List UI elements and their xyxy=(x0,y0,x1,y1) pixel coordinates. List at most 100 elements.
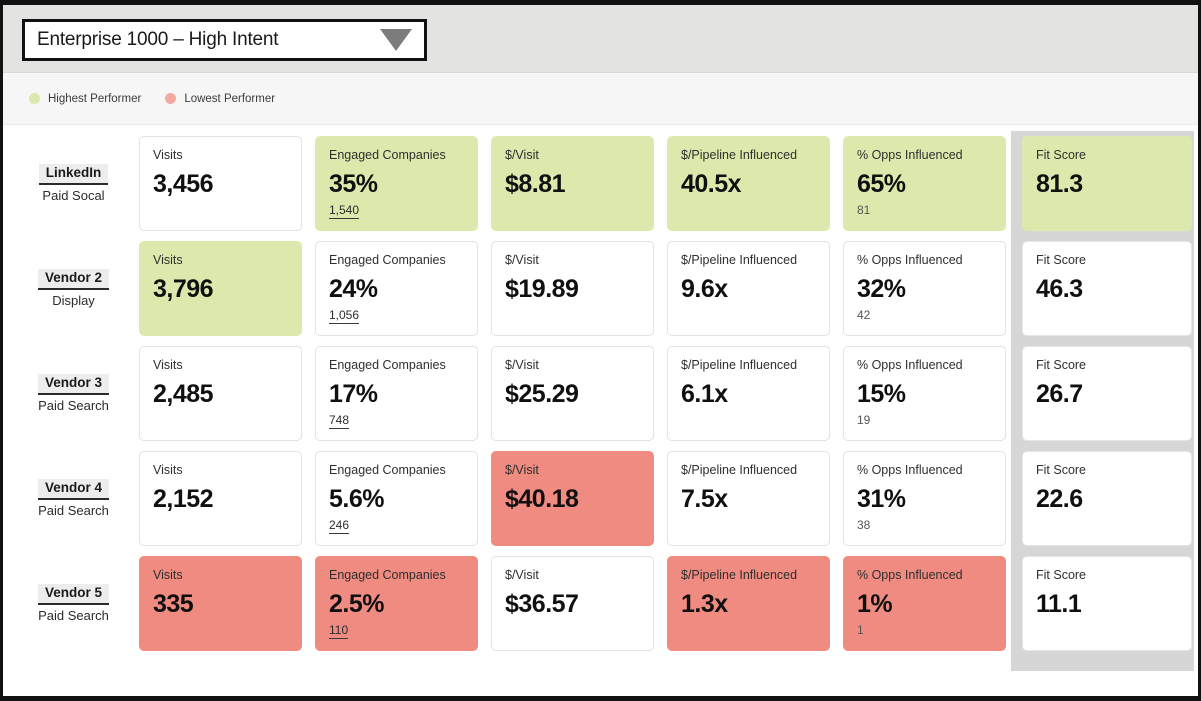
metric-value: 31% xyxy=(857,485,906,513)
metric-value: 3,456 xyxy=(153,170,214,198)
metric-card[interactable]: Visits 335 xyxy=(139,556,302,651)
metric-card[interactable]: $/Visit $8.81 xyxy=(491,136,654,231)
metric-label: Visits xyxy=(153,148,183,162)
metric-value: 2,485 xyxy=(153,380,214,408)
metric-label: Fit Score xyxy=(1036,568,1087,582)
vendor-name[interactable]: Vendor 5 xyxy=(37,583,110,605)
metric-subvalue[interactable]: 1,056 xyxy=(329,308,360,324)
vendor-cell: Vendor 3 Paid Search xyxy=(8,341,139,446)
metric-value: 32% xyxy=(857,275,906,303)
metric-value: $36.57 xyxy=(505,590,579,618)
metric-card[interactable]: $/Visit $36.57 xyxy=(491,556,654,651)
metric-value: $8.81 xyxy=(505,170,566,198)
vendor-cell: Vendor 2 Display xyxy=(8,236,139,341)
metric-card-fit-score[interactable]: Fit Score 11.1 xyxy=(1022,556,1192,651)
metric-card[interactable]: % Opps Influenced 15% 19 xyxy=(843,346,1006,441)
metric-card[interactable]: Visits 2,485 xyxy=(139,346,302,441)
metric-card[interactable]: $/Visit $19.89 xyxy=(491,241,654,336)
metric-card[interactable]: Engaged Companies 5.6% 246 xyxy=(315,451,478,546)
vendor-name[interactable]: LinkedIn xyxy=(38,163,109,185)
metric-value: 335 xyxy=(153,590,194,618)
metric-card-fit-score[interactable]: Fit Score 81.3 xyxy=(1022,136,1192,231)
metric-value: 11.1 xyxy=(1036,590,1082,618)
circle-icon xyxy=(165,93,177,104)
metric-card[interactable]: Engaged Companies 35% 1,540 xyxy=(315,136,478,231)
metric-label: $/Pipeline Influenced xyxy=(681,463,798,477)
metric-label: % Opps Influenced xyxy=(857,358,963,372)
legend-label-highest: Highest Performer xyxy=(48,92,142,105)
metric-card[interactable]: $/Pipeline Influenced 1.3x xyxy=(667,556,830,651)
metric-label: % Opps Influenced xyxy=(857,463,963,477)
metric-value: 26.7 xyxy=(1036,380,1083,408)
legend-item-lowest: Lowest Performer xyxy=(165,93,275,105)
scorecard-rows: LinkedIn Paid Socal Visits 3,456 Engaged Com… xyxy=(3,131,1198,656)
metric-label: $/Visit xyxy=(505,358,539,372)
metric-card[interactable]: % Opps Influenced 65% 81 xyxy=(843,136,1006,231)
metric-card[interactable]: $/Pipeline Influenced 9.6x xyxy=(667,241,830,336)
scorecard-row: Vendor 4 Paid Search Visits 2,152 Engaged Co… xyxy=(3,446,1198,551)
metric-value: $40.18 xyxy=(505,485,579,513)
vendor-channel: Paid Socal xyxy=(42,187,105,203)
metric-subvalue[interactable]: 246 xyxy=(329,518,350,534)
metric-card-fit-score[interactable]: Fit Score 26.7 xyxy=(1022,346,1192,441)
metric-subvalue: 42 xyxy=(857,308,871,322)
metric-card[interactable]: % Opps Influenced 1% 1 xyxy=(843,556,1006,651)
circle-icon xyxy=(29,93,40,104)
chevron-down-icon[interactable] xyxy=(380,29,412,51)
metric-card[interactable]: % Opps Influenced 32% 42 xyxy=(843,241,1006,336)
vendor-channel: Paid Search xyxy=(38,397,109,413)
metric-label: Visits xyxy=(153,568,183,582)
metric-card[interactable]: $/Pipeline Influenced 6.1x xyxy=(667,346,830,441)
metric-value: 24% xyxy=(329,275,378,303)
metric-value: 6.1x xyxy=(681,380,728,408)
metric-subvalue[interactable]: 1,540 xyxy=(329,203,360,219)
metric-label: Engaged Companies xyxy=(329,568,446,582)
metric-value: 1.3x xyxy=(681,590,728,618)
metric-card[interactable]: Visits 3,456 xyxy=(139,136,302,231)
metric-value: 35% xyxy=(329,170,378,198)
vendor-name[interactable]: Vendor 4 xyxy=(37,478,110,500)
metric-label: % Opps Influenced xyxy=(857,148,963,162)
metric-card[interactable]: Visits 2,152 xyxy=(139,451,302,546)
vendor-channel: Paid Search xyxy=(38,502,109,518)
metric-subvalue: 19 xyxy=(857,413,871,427)
metric-value: 81.3 xyxy=(1036,170,1083,198)
metric-label: $/Visit xyxy=(505,253,539,267)
vendor-name[interactable]: Vendor 2 xyxy=(37,268,110,290)
metric-label: $/Visit xyxy=(505,568,539,582)
metric-label: $/Pipeline Influenced xyxy=(681,148,798,162)
metric-card[interactable]: Engaged Companies 17% 748 xyxy=(315,346,478,441)
metric-label: $/Pipeline Influenced xyxy=(681,568,798,582)
metric-value: 65% xyxy=(857,170,906,198)
legend-label-lowest: Lowest Performer xyxy=(184,92,276,105)
metric-subvalue: 1 xyxy=(857,623,864,637)
metric-subvalue[interactable]: 748 xyxy=(329,413,350,429)
metric-card[interactable]: Visits 3,796 xyxy=(139,241,302,336)
metric-card[interactable]: Engaged Companies 24% 1,056 xyxy=(315,241,478,336)
vendor-cell: LinkedIn Paid Socal xyxy=(8,131,139,236)
metric-label: $/Pipeline Influenced xyxy=(681,358,798,372)
metric-label: Fit Score xyxy=(1036,253,1087,267)
metric-label: Visits xyxy=(153,253,183,267)
scorecard-grid: LinkedIn Paid Socal Visits 3,456 Engaged Com… xyxy=(3,125,1198,696)
scorecard-row: Vendor 5 Paid Search Visits 335 Engaged Comp… xyxy=(3,551,1198,656)
metric-card[interactable]: $/Pipeline Influenced 7.5x xyxy=(667,451,830,546)
top-bar: Enterprise 1000 – High Intent xyxy=(3,5,1198,73)
metric-label: Visits xyxy=(153,463,183,477)
scorecard-row: Vendor 3 Paid Search Visits 2,485 Engaged Co… xyxy=(3,341,1198,446)
legend: Highest Performer Lowest Performer xyxy=(3,73,1198,125)
metric-card[interactable]: $/Visit $25.29 xyxy=(491,346,654,441)
metric-subvalue[interactable]: 110 xyxy=(329,623,349,639)
metric-card[interactable]: $/Visit $40.18 xyxy=(491,451,654,546)
metric-card[interactable]: Engaged Companies 2.5% 110 xyxy=(315,556,478,651)
metric-label: % Opps Influenced xyxy=(857,253,963,267)
metric-label: Engaged Companies xyxy=(329,463,446,477)
vendor-name[interactable]: Vendor 3 xyxy=(37,373,110,395)
segment-select[interactable]: Enterprise 1000 – High Intent xyxy=(22,19,427,61)
metric-card[interactable]: % Opps Influenced 31% 38 xyxy=(843,451,1006,546)
metric-card-fit-score[interactable]: Fit Score 22.6 xyxy=(1022,451,1192,546)
metric-card[interactable]: $/Pipeline Influenced 40.5x xyxy=(667,136,830,231)
metric-card-fit-score[interactable]: Fit Score 46.3 xyxy=(1022,241,1192,336)
metric-value: 2,152 xyxy=(153,485,214,513)
metric-label: $/Visit xyxy=(505,148,539,162)
